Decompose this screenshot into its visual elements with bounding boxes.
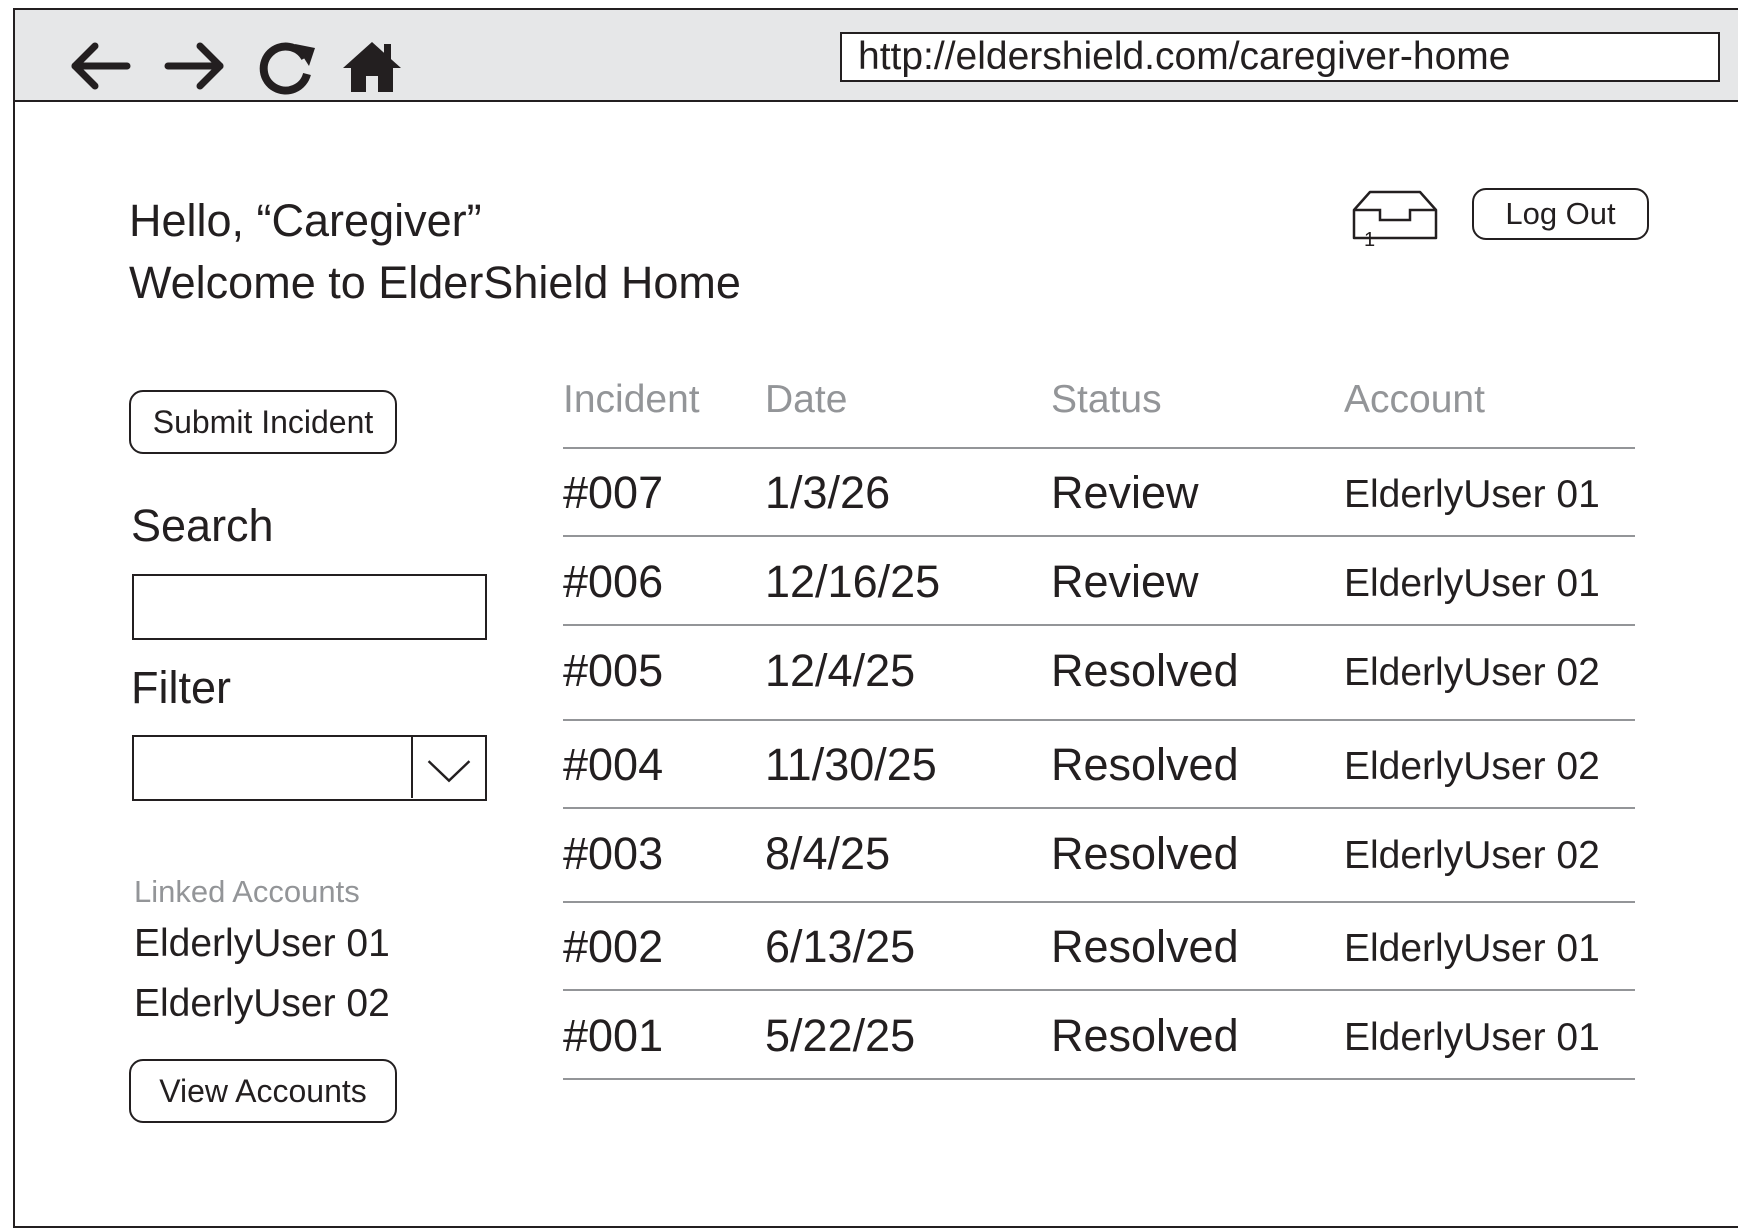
incident-date: 1/3/26 <box>765 467 891 518</box>
incident-account: ElderlyUser 01 <box>1344 1016 1600 1059</box>
incident-account: ElderlyUser 02 <box>1344 651 1600 694</box>
view-accounts-button[interactable]: View Accounts <box>129 1059 397 1123</box>
incident-id: #002 <box>563 921 664 972</box>
incident-account: ElderlyUser 02 <box>1344 745 1600 788</box>
incident-account: ElderlyUser 02 <box>1344 834 1600 877</box>
search-label: Search <box>131 500 274 551</box>
logout-button[interactable]: Log Out <box>1472 188 1649 240</box>
table-row[interactable]: #005 12/4/25 Resolved ElderlyUser 02 <box>563 627 1635 721</box>
incident-status: Review <box>1051 556 1199 607</box>
incident-status: Resolved <box>1051 828 1239 879</box>
column-header-incident[interactable]: Incident <box>563 378 700 422</box>
browser-toolbar: http://eldershield.com/caregiver-home <box>15 10 1738 102</box>
incident-date: 12/16/25 <box>765 556 941 607</box>
incident-date: 6/13/25 <box>765 921 916 972</box>
welcome-text: Welcome to ElderShield Home <box>129 257 741 308</box>
linked-accounts-title: Linked Accounts <box>134 874 360 909</box>
incident-date: 5/22/25 <box>765 1010 916 1061</box>
submit-incident-button[interactable]: Submit Incident <box>129 390 397 454</box>
incident-status: Resolved <box>1051 921 1239 972</box>
welcome-header: Hello, “Caregiver” Welcome to ElderShiel… <box>129 190 741 314</box>
incident-status: Review <box>1051 467 1199 518</box>
incident-status: Resolved <box>1051 739 1239 790</box>
url-bar[interactable]: http://eldershield.com/caregiver-home <box>840 32 1720 82</box>
incident-id: #003 <box>563 828 664 879</box>
incident-id: #005 <box>563 645 664 696</box>
filter-label: Filter <box>131 662 231 713</box>
linked-account-item[interactable]: ElderlyUser 02 <box>134 982 390 1026</box>
linked-account-item[interactable]: ElderlyUser 01 <box>134 922 390 966</box>
home-icon[interactable] <box>337 36 407 96</box>
incident-account: ElderlyUser 01 <box>1344 562 1600 605</box>
incident-status: Resolved <box>1051 645 1239 696</box>
incident-id: #004 <box>563 739 664 790</box>
chevron-down-icon[interactable] <box>411 737 485 798</box>
forward-arrow-icon[interactable] <box>160 36 230 96</box>
table-row[interactable]: #006 12/16/25 Review ElderlyUser 01 <box>563 538 1635 626</box>
incident-id: #007 <box>563 467 664 518</box>
incident-id: #001 <box>563 1010 664 1061</box>
search-input[interactable] <box>132 574 487 640</box>
inbox-count: 1 <box>1364 229 1375 250</box>
filter-dropdown[interactable] <box>132 735 487 801</box>
column-header-account[interactable]: Account <box>1344 378 1485 422</box>
incident-account: ElderlyUser 01 <box>1344 927 1600 970</box>
greeting-text: Hello, “Caregiver” <box>129 195 482 246</box>
table-row[interactable]: #003 8/4/25 Resolved ElderlyUser 02 <box>563 810 1635 903</box>
incident-account: ElderlyUser 01 <box>1344 473 1600 516</box>
incident-date: 11/30/25 <box>765 739 937 790</box>
table-row[interactable]: #007 1/3/26 Review ElderlyUser 01 <box>563 449 1635 537</box>
column-header-date[interactable]: Date <box>765 378 847 422</box>
incident-date: 8/4/25 <box>765 828 891 879</box>
column-header-status[interactable]: Status <box>1051 378 1162 422</box>
table-row[interactable]: #002 6/13/25 Resolved ElderlyUser 01 <box>563 903 1635 991</box>
incident-date: 12/4/25 <box>765 645 916 696</box>
incident-id: #006 <box>563 556 664 607</box>
reload-icon[interactable] <box>253 36 323 96</box>
back-arrow-icon[interactable] <box>65 36 135 96</box>
inbox-icon[interactable]: 1 <box>1350 188 1440 250</box>
table-row[interactable]: #001 5/22/25 Resolved ElderlyUser 01 <box>563 992 1635 1080</box>
table-row[interactable]: #004 11/30/25 Resolved ElderlyUser 02 <box>563 721 1635 809</box>
incident-status: Resolved <box>1051 1010 1239 1061</box>
